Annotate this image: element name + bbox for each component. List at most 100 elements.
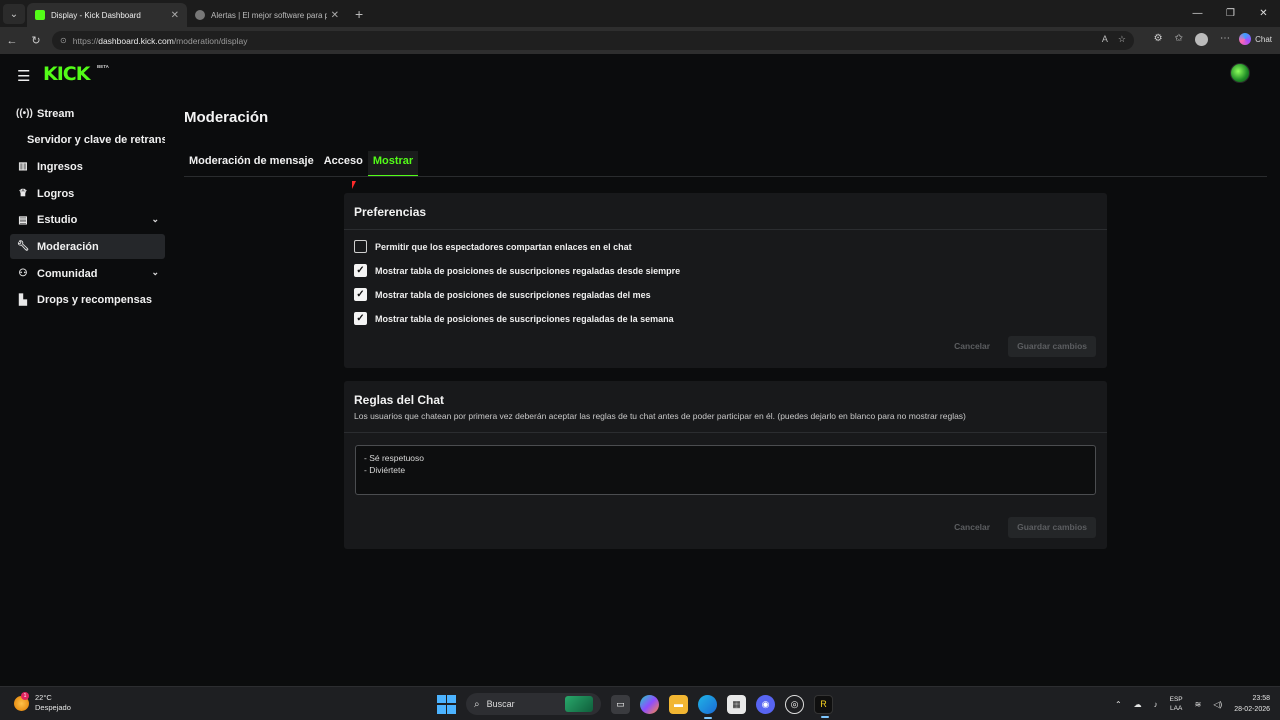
option-leaderboard-alltime[interactable]: ✓ Mostrar tabla de posiciones de suscrip… <box>354 264 680 277</box>
taskbar-search[interactable]: ⌕ Buscar <box>466 693 601 715</box>
sidebar-item-label: Moderación <box>37 240 99 253</box>
chat-rules-description: Los usuarios que chatean por primera vez… <box>354 411 966 421</box>
page-title: Moderación <box>184 109 269 126</box>
sidebar-item-ingresos[interactable]: ▥ Ingresos <box>10 154 165 179</box>
microphone-icon[interactable]: ♪ <box>1154 700 1158 709</box>
reload-icon[interactable]: ↻ <box>24 34 48 47</box>
sidebar-item-label: Estudio <box>37 214 78 227</box>
tray-chevron-icon[interactable]: ⌃ <box>1115 700 1122 709</box>
lang-line2: LAA <box>1170 705 1183 712</box>
obs-icon[interactable]: ◎ <box>785 694 804 714</box>
alertas-favicon <box>195 10 205 20</box>
save-button[interactable]: Guardar cambios <box>1008 336 1096 357</box>
cloud-icon[interactable]: ☁ <box>1134 700 1142 709</box>
read-aloud-icon[interactable]: A <box>1102 34 1108 45</box>
broadcast-icon: ((•)) <box>16 108 33 119</box>
search-placeholder: Buscar <box>486 699 515 709</box>
chat-label: Chat <box>1255 34 1272 44</box>
tab-acceso[interactable]: Acceso <box>319 151 368 177</box>
more-icon[interactable]: ⋯ <box>1220 33 1230 46</box>
user-avatar[interactable] <box>1230 63 1250 83</box>
beta-badge: BETA <box>97 64 109 69</box>
sidebar-item-stream[interactable]: ((•)) Stream <box>10 101 165 126</box>
wifi-icon[interactable]: ≋ <box>1195 700 1202 709</box>
checkbox-checked[interactable]: ✓ <box>354 288 367 301</box>
sidebar-item-servidor[interactable]: Servidor y clave de retransmi <box>10 128 165 153</box>
chat-rules-heading: Reglas del Chat <box>354 393 445 407</box>
address-bar-row: ← ↻ ⊙ https://dashboard.kick.com/moderat… <box>0 27 1280 54</box>
sidebar-item-label: Ingresos <box>37 160 83 173</box>
profile-avatar[interactable] <box>1195 33 1208 46</box>
maximize-icon[interactable]: ❐ <box>1214 0 1247 27</box>
sidebar-item-comunidad[interactable]: ⚇ Comunidad ⌄ <box>10 261 165 286</box>
sidebar-item-estudio[interactable]: ▤ Estudio ⌄ <box>10 208 165 233</box>
checkbox-checked[interactable]: ✓ <box>354 264 367 277</box>
sidebar-item-label: Drops y recompensas <box>37 294 152 307</box>
browser-tab-alertas[interactable]: Alertas | El mejor software para pr ✕ <box>187 3 347 27</box>
window-controls: — ❐ ✕ <box>1181 0 1280 27</box>
search-icon: ⌕ <box>474 698 480 710</box>
clock-time: 23:58 <box>1252 695 1270 702</box>
sun-icon: 1 <box>14 691 29 711</box>
url-path: /moderation/display <box>173 35 248 46</box>
browser-tab-kick[interactable]: Display - Kick Dashboard ✕ <box>27 3 187 27</box>
weather-widget[interactable]: 1 22°C Despejado <box>14 691 71 713</box>
cancel-button[interactable]: Cancelar <box>944 517 1000 538</box>
task-view-icon[interactable]: ▭ <box>611 694 630 714</box>
copilot-app-icon[interactable] <box>640 694 659 714</box>
url-prefix: https:// <box>72 35 99 46</box>
option-leaderboard-week[interactable]: ✓ Mostrar tabla de posiciones de suscrip… <box>354 312 674 325</box>
favorites-icon[interactable]: ✩ <box>1175 33 1183 46</box>
option-label: Permitir que los espectadores compartan … <box>375 241 632 252</box>
volume-icon[interactable]: ◁) <box>1213 700 1222 709</box>
taskbar: 1 22°C Despejado ⌕ Buscar ▭ ▬ ▦ ◉ ◎ R ⌃ … <box>0 686 1280 720</box>
option-leaderboard-month[interactable]: ✓ Mostrar tabla de posiciones de suscrip… <box>354 288 651 301</box>
chart-icon: ▥ <box>18 161 28 173</box>
language-indicator[interactable]: ESP LAA <box>1170 695 1183 713</box>
windows-start-icon[interactable] <box>437 694 456 714</box>
wrench-icon: 🔧︎ <box>16 241 30 253</box>
discord-icon[interactable]: ◉ <box>756 694 775 714</box>
card-divider <box>344 229 1107 230</box>
sidebar-item-drops[interactable]: ▙ Drops y recompensas <box>10 288 165 313</box>
copilot-chat-button[interactable]: Chat <box>1239 33 1272 45</box>
search-highlight-image <box>565 696 593 712</box>
minimize-icon[interactable]: — <box>1181 0 1214 27</box>
streaming-app-icon[interactable]: R <box>814 694 833 718</box>
cancel-button[interactable]: Cancelar <box>944 336 1000 357</box>
new-tab-icon[interactable]: + <box>355 6 363 22</box>
sidebar-item-label: Comunidad <box>37 267 98 280</box>
site-info-icon[interactable]: ⊙ <box>60 36 67 45</box>
close-window-icon[interactable]: ✕ <box>1247 0 1280 27</box>
taskbar-apps: ⌕ Buscar ▭ ▬ ▦ ◉ ◎ R <box>437 693 833 719</box>
url-field[interactable]: ⊙ https://dashboard.kick.com/moderation/… <box>52 31 1134 50</box>
chat-rules-textarea[interactable]: - Sé respetuoso - Diviértete <box>355 445 1096 495</box>
sidebar-item-moderacion[interactable]: 🔧︎ Moderación <box>10 234 165 260</box>
extensions-icon[interactable]: ⚙ <box>1154 33 1163 46</box>
file-explorer-icon[interactable]: ▬ <box>669 694 688 714</box>
tabs-divider <box>184 176 1267 177</box>
edge-browser-icon[interactable] <box>698 694 717 719</box>
studio-icon: ▤ <box>18 214 28 226</box>
chat-rules-card: Reglas del Chat Los usuarios que chatean… <box>344 381 1107 549</box>
favorite-star-icon[interactable]: ☆ <box>1118 34 1126 45</box>
back-icon[interactable]: ← <box>0 35 24 47</box>
tab-moderacion-de-mensaje[interactable]: Moderación de mensaje <box>184 151 319 177</box>
system-tray: ⌃ ☁ ♪ ESP LAA ≋ ◁) 23:58 28-02-2026 <box>1115 693 1270 715</box>
checkbox-unchecked[interactable] <box>354 240 367 253</box>
save-button[interactable]: Guardar cambios <box>1008 517 1096 538</box>
hamburger-menu-icon[interactable]: ☰ <box>17 67 30 85</box>
close-tab-icon[interactable]: ✕ <box>331 10 339 21</box>
store-icon[interactable]: ▦ <box>727 694 746 714</box>
clock[interactable]: 23:58 28-02-2026 <box>1234 693 1270 715</box>
tab-actions-menu[interactable]: ⌄ <box>3 4 25 24</box>
sidebar-item-logros[interactable]: ♛ Logros <box>10 181 165 206</box>
kick-logo[interactable]: KICK <box>43 63 90 85</box>
rules-actions: Cancelar Guardar cambios <box>944 517 1096 538</box>
toolbar-icons: ⚙ ✩ ⋯ <box>1154 33 1230 46</box>
checkbox-checked[interactable]: ✓ <box>354 312 367 325</box>
option-allow-links[interactable]: Permitir que los espectadores compartan … <box>354 240 632 253</box>
tab-mostrar[interactable]: Mostrar <box>367 151 419 177</box>
preferences-actions: Cancelar Guardar cambios <box>944 336 1096 357</box>
close-tab-icon[interactable]: ✕ <box>171 10 179 21</box>
